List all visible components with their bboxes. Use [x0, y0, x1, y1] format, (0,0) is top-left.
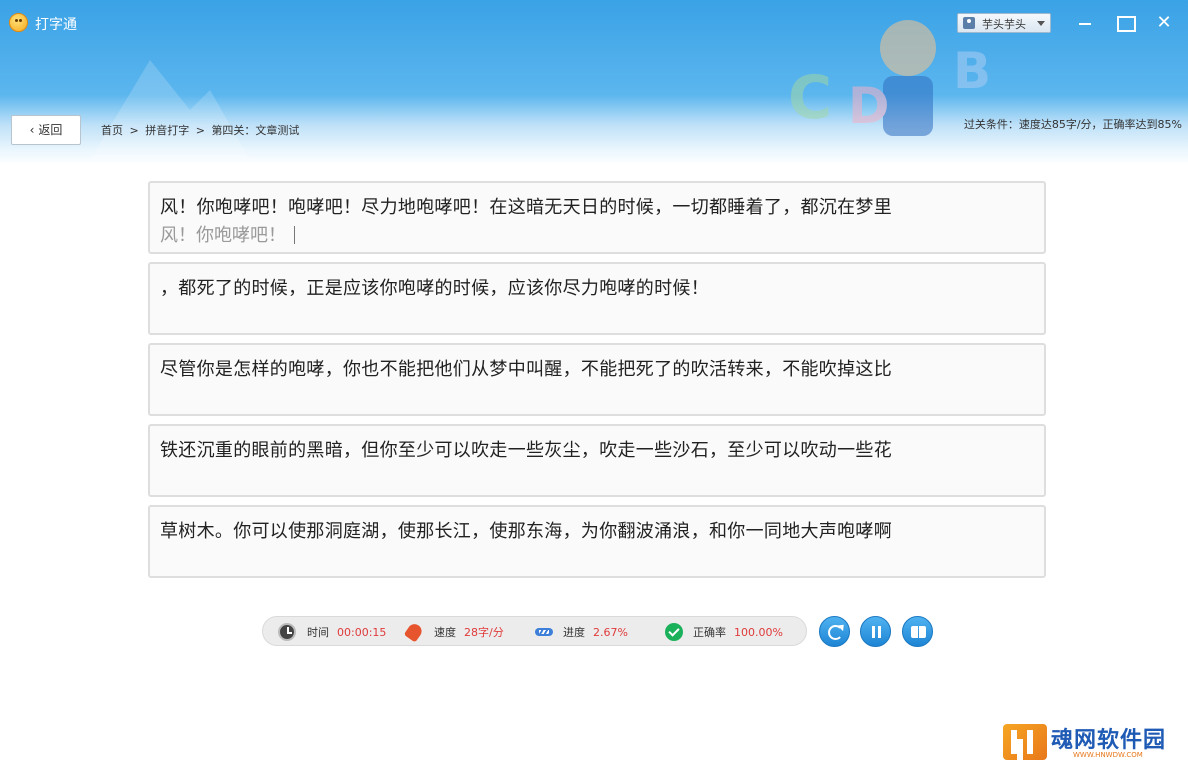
progress-stat: 进度 2.67% [563, 624, 628, 640]
breadcrumb-separator: > [195, 124, 205, 137]
source-text: 风！你咆哮吧！咆哮吧！尽力地咆哮吧！在这暗无天日的时候，一切都睡着了，都沉在梦里 [160, 197, 892, 218]
time-value: 00:00:15 [337, 626, 387, 639]
chevron-down-icon [1037, 21, 1045, 26]
progress-value: 2.67% [593, 626, 628, 639]
close-button[interactable]: ✕ [1153, 12, 1175, 34]
breadcrumb-current: 第四关：文章测试 [211, 124, 300, 137]
restart-button[interactable] [819, 616, 850, 647]
breadcrumb: 首页 > 拼音打字 > 第四关：文章测试 [101, 122, 302, 138]
typed-text: 风！你咆哮吧！ [160, 225, 286, 246]
rocket-icon [403, 621, 425, 643]
source-text: 尽管你是怎样的咆哮，你也不能把他们从梦中叫醒，不能把死了的吹活转来，不能吹掉这比 [160, 359, 892, 380]
status-bar: 时间 00:00:15 速度 28字/分 进度 2.67% 正确率 100.00% [262, 616, 807, 646]
chevron-left-icon: ‹ [29, 123, 35, 137]
accuracy-value: 100.00% [734, 626, 783, 639]
book-button[interactable] [902, 616, 933, 647]
speed-label: 速度 [434, 626, 456, 639]
user-name: 芋头芋头 [982, 18, 1026, 31]
typing-line[interactable]: 风！你咆哮吧！咆哮吧！尽力地咆哮吧！在这暗无天日的时候，一切都睡着了，都沉在梦里… [148, 181, 1046, 254]
typing-line[interactable]: 铁还沉重的眼前的黑暗，但你至少可以吹走一些灰尘，吹走一些沙石，至少可以吹动一些花 [148, 424, 1046, 497]
back-label: 返回 [38, 123, 63, 137]
source-text: 铁还沉重的眼前的黑暗，但你至少可以吹走一些灰尘，吹走一些沙石，至少可以吹动一些花 [160, 440, 892, 461]
speed-value: 28字/分 [464, 626, 504, 639]
watermark-text: 魂网软件园 [1051, 728, 1167, 753]
title-bar: 打字通 芋头芋头 ✕ [0, 0, 1188, 46]
breadcrumb-separator: > [129, 124, 139, 137]
watermark-logo-icon [1003, 724, 1047, 760]
speed-stat: 速度 28字/分 [434, 624, 504, 640]
time-stat: 时间 00:00:15 [307, 624, 386, 640]
breadcrumb-home[interactable]: 首页 [101, 124, 123, 137]
mountain-decoration [90, 60, 250, 160]
typing-line[interactable]: 草树木。你可以使那洞庭湖，使那长江，使那东海，为你翻波涌浪，和你一同地大声咆哮啊 [148, 505, 1046, 578]
text-cursor [294, 226, 295, 244]
clock-icon [278, 623, 296, 641]
accuracy-stat: 正确率 100.00% [693, 624, 783, 640]
breadcrumb-pinyin[interactable]: 拼音打字 [145, 124, 189, 137]
user-menu-button[interactable]: 芋头芋头 [957, 13, 1051, 33]
typing-line[interactable]: 尽管你是怎样的咆哮，你也不能把他们从梦中叫醒，不能把死了的吹活转来，不能吹掉这比 [148, 343, 1046, 416]
typed-input[interactable]: 风！你咆哮吧！ [160, 221, 295, 247]
svg-text:B: B [953, 42, 991, 100]
progress-icon [535, 628, 553, 636]
back-button[interactable]: ‹ 返回 [11, 115, 81, 145]
pass-condition: 过关条件：速度达85字/分，正确率达到85% [963, 118, 1182, 131]
accuracy-label: 正确率 [693, 626, 726, 639]
svg-text:D: D [848, 77, 890, 135]
progress-label: 进度 [563, 626, 585, 639]
source-text: ，都死了的时候，正是应该你咆哮的时候，应该你尽力咆哮的时候！ [160, 278, 709, 299]
app-logo-icon [9, 13, 28, 32]
pause-button[interactable] [860, 616, 891, 647]
header: C D B 打字通 芋头芋头 ✕ ‹ 返回 首页 > 拼音打字 > 第四关：文章… [0, 0, 1188, 165]
typing-line[interactable]: ，都死了的时候，正是应该你咆哮的时候，应该你尽力咆哮的时候！ [148, 262, 1046, 335]
minimize-button[interactable] [1074, 12, 1096, 34]
source-text: 草树木。你可以使那洞庭湖，使那长江，使那东海，为你翻波涌浪，和你一同地大声咆哮啊 [160, 521, 892, 542]
svg-text:C: C [788, 63, 832, 133]
maximize-button[interactable] [1114, 12, 1136, 34]
time-label: 时间 [307, 626, 329, 639]
check-icon [665, 623, 683, 641]
user-icon [963, 17, 975, 29]
app-title: 打字通 [35, 17, 77, 33]
watermark-url: WWW.HNWDW.COM [1073, 751, 1143, 759]
watermark: 魂网软件园 WWW.HNWDW.COM [1003, 722, 1183, 764]
